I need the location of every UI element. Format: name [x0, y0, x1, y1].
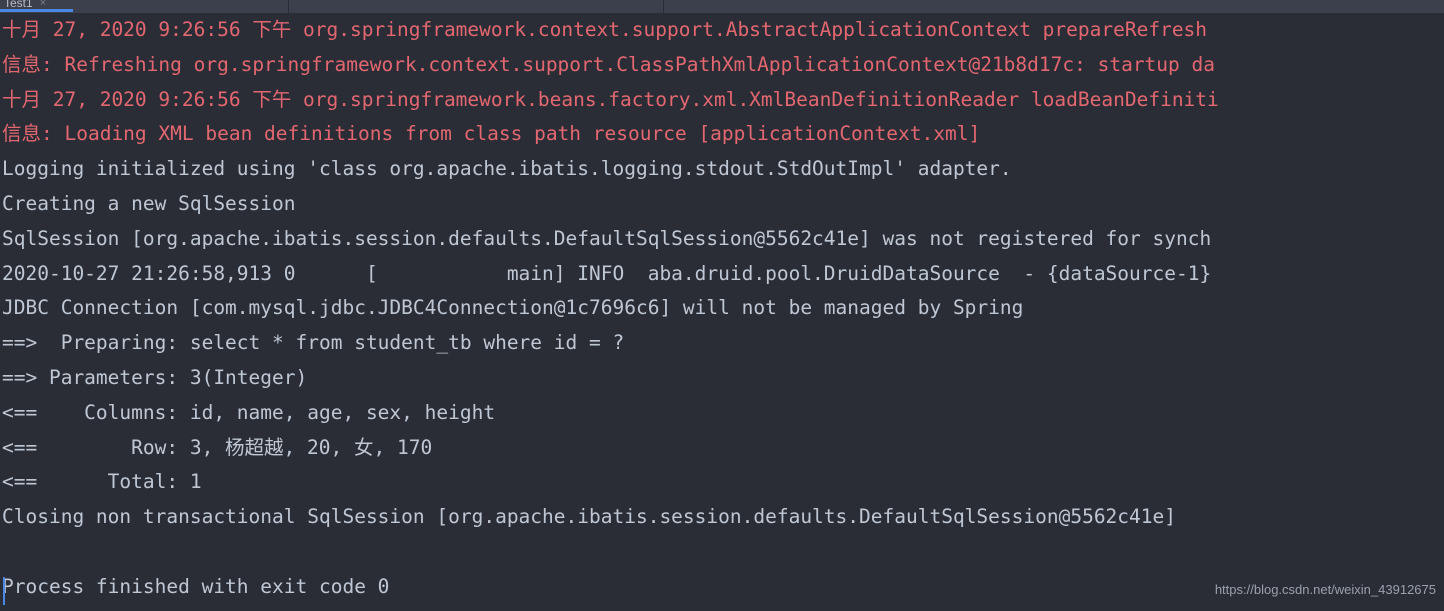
console-line: ==> Preparing: select * from student_tb …	[2, 331, 625, 355]
console-line: 信息: Loading XML bean definitions from cl…	[2, 122, 981, 146]
console-line: Logging initialized using 'class org.apa…	[2, 157, 1012, 181]
console-line: 十月 27, 2020 9:26:56 下午 org.springframewo…	[2, 18, 1208, 41]
tab-active-indicator	[0, 9, 73, 12]
watermark: https://blog.csdn.net/weixin_43912675	[1214, 582, 1436, 597]
console-line: 信息: Refreshing org.springframework.conte…	[2, 52, 1215, 76]
console-caret	[3, 577, 5, 605]
console-line: ==> Parameters: 3(Integer)	[2, 365, 308, 389]
console-line: 十月 27, 2020 9:26:56 下午 org.springframewo…	[2, 87, 1219, 111]
console-line: <== Columns: id, name, age, sex, height	[2, 400, 496, 424]
console-line: Creating a new SqlSession	[2, 191, 296, 215]
console-output-panel[interactable]: 十月 27, 2020 9:26:56 下午 org.springframewo…	[0, 13, 1444, 611]
tabbar-divider-right	[663, 0, 664, 13]
console-line: 2020-10-27 21:26:58,913 0 [ main] INFO a…	[2, 261, 1212, 285]
console-line: <== Total: 1	[2, 470, 202, 494]
tabbar-divider-left	[288, 0, 289, 13]
console-line: JDBC Connection [com.mysql.jdbc.JDBC4Con…	[2, 296, 1024, 320]
console-line: SqlSession [org.apache.ibatis.session.de…	[2, 226, 1212, 250]
console-line: <== Row: 3, 杨超越, 20, 女, 170	[2, 435, 433, 459]
run-tool-window-tabbar: Test1 ×	[0, 0, 1444, 13]
console-line: Closing non transactional SqlSession [or…	[2, 505, 1176, 529]
